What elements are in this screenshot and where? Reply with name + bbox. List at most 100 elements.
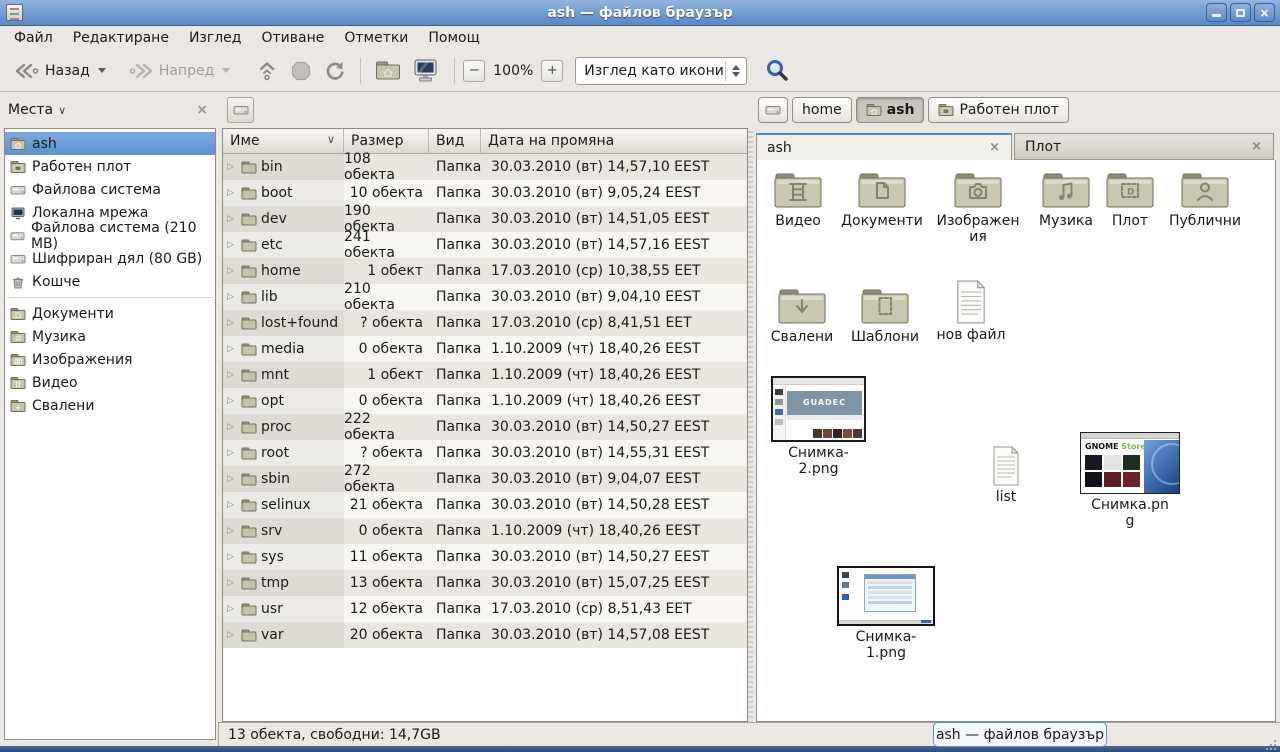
tab-close-icon[interactable]: ×	[986, 140, 1003, 155]
sidebar-item-desktop[interactable]: Работен плот	[5, 155, 215, 178]
menu-view[interactable]: Изглед	[179, 27, 252, 49]
table-row-srv[interactable]: ▷srv0 обектаПапка1.10.2009 (чт) 18,40,26…	[223, 518, 747, 544]
folder-item-desktop[interactable]: D Плот	[1093, 170, 1167, 229]
folder-item-templates[interactable]: Шаблони	[843, 286, 927, 345]
file-item-snimka[interactable]: GNOME Store Снимка.png	[1079, 432, 1181, 529]
back-button[interactable]: Назад	[8, 57, 112, 85]
resize-grip[interactable]	[1264, 740, 1276, 750]
folder-item-downloads[interactable]: Свалени	[761, 286, 843, 345]
file-item-new-file[interactable]: нов файл	[929, 280, 1013, 343]
tab-desktop[interactable]: Плот ×	[1014, 133, 1274, 160]
home-button[interactable]	[369, 56, 407, 85]
expander-icon[interactable]: ▷	[227, 214, 237, 224]
maximize-button[interactable]	[1230, 3, 1251, 22]
table-row-selinux[interactable]: ▷selinux21 обектаПапка30.03.2010 (вт) 14…	[223, 492, 747, 518]
minimize-button[interactable]	[1206, 3, 1227, 22]
column-header-type[interactable]: Вид	[429, 129, 481, 154]
table-row-boot[interactable]: ▷boot10 обектаПапка30.03.2010 (вт) 9,05,…	[223, 180, 747, 206]
expander-icon[interactable]: ▷	[227, 292, 237, 302]
reload-button[interactable]	[318, 56, 352, 86]
table-row-etc[interactable]: ▷etc241 обектаПапка30.03.2010 (вт) 14,57…	[223, 232, 747, 258]
table-row-usr[interactable]: ▷usr12 обектаПапка17.03.2010 (ср) 8,51,4…	[223, 596, 747, 622]
table-row-bin[interactable]: ▷bin108 обектаПапка30.03.2010 (вт) 14,57…	[223, 154, 747, 180]
table-row-var[interactable]: ▷var20 обектаПапка30.03.2010 (вт) 14,57,…	[223, 622, 747, 648]
menu-edit[interactable]: Редактиране	[63, 27, 179, 49]
combo-spinner-icon[interactable]	[726, 65, 746, 77]
expander-icon[interactable]: ▷	[227, 448, 237, 458]
expander-icon[interactable]: ▷	[227, 526, 237, 536]
table-row-mnt[interactable]: ▷mnt1 обектПапка1.10.2009 (чт) 18,40,26 …	[223, 362, 747, 388]
sidebar-item-trash[interactable]: Кошче	[5, 270, 215, 293]
expander-icon[interactable]: ▷	[227, 500, 237, 510]
expander-icon[interactable]: ▷	[227, 162, 237, 172]
column-header-date[interactable]: Дата на промяна	[481, 129, 747, 154]
expander-icon[interactable]: ▷	[227, 396, 237, 406]
expander-icon[interactable]: ▷	[227, 370, 237, 380]
sidebar-item-pictures[interactable]: Изображения	[5, 348, 215, 371]
table-row-sys[interactable]: ▷sys11 обектаПапка30.03.2010 (вт) 14,50,…	[223, 544, 747, 570]
tab-ash[interactable]: ash ×	[756, 133, 1012, 160]
expander-icon[interactable]: ▷	[227, 630, 237, 640]
view-mode-select[interactable]: Изглед като икони	[575, 57, 747, 85]
menu-go[interactable]: Отиване	[251, 27, 334, 49]
table-row-dev[interactable]: ▷dev190 обектаПапка30.03.2010 (вт) 14,51…	[223, 206, 747, 232]
path-root-button[interactable]	[758, 97, 788, 123]
sidebar-item-volume-210mb[interactable]: Файлова система (210 MB)	[5, 224, 215, 247]
table-row-lost-found[interactable]: ▷lost+found? обектаПапка17.03.2010 (ср) …	[223, 310, 747, 336]
expander-icon[interactable]: ▷	[227, 604, 237, 614]
expander-icon[interactable]: ▷	[227, 552, 237, 562]
file-item-snimka2[interactable]: GUADEC Снимка-2.png	[769, 376, 868, 477]
expander-icon[interactable]: ▷	[227, 318, 237, 328]
table-row-lib[interactable]: ▷lib210 обектаПапка30.03.2010 (вт) 9,04,…	[223, 284, 747, 310]
sidebar-item-ash[interactable]: ash	[5, 132, 215, 155]
folder-item-pictures[interactable]: Изображения	[933, 170, 1023, 245]
folder-item-documents[interactable]: Документи	[839, 170, 925, 229]
table-row-media[interactable]: ▷media0 обектаПапка1.10.2009 (чт) 18,40,…	[223, 336, 747, 362]
up-button[interactable]	[250, 56, 284, 86]
file-item-list[interactable]: list	[971, 446, 1041, 505]
computer-button[interactable]	[407, 55, 446, 86]
close-button[interactable]: ×	[1254, 3, 1275, 22]
sidebar-close-button[interactable]: ×	[192, 102, 212, 118]
path-button-desktop[interactable]: Работен плот	[928, 97, 1068, 123]
table-row-home[interactable]: ▷home1 обектПапка17.03.2010 (ср) 10,38,5…	[223, 258, 747, 284]
expander-icon[interactable]: ▷	[227, 422, 237, 432]
menu-file[interactable]: Файл	[4, 27, 63, 49]
file-item-snimka1[interactable]: Снимка-1.png	[835, 566, 937, 661]
zoom-out-button[interactable]: −	[463, 60, 485, 82]
tab-close-icon[interactable]: ×	[1248, 139, 1265, 154]
expander-icon[interactable]: ▷	[227, 266, 237, 276]
table-row-sbin[interactable]: ▷sbin272 обектаПапка30.03.2010 (вт) 9,04…	[223, 466, 747, 492]
menu-help[interactable]: Помощ	[418, 27, 489, 49]
forward-button[interactable]: Напред	[122, 57, 236, 85]
expander-icon[interactable]: ▷	[227, 344, 237, 354]
table-row-root[interactable]: ▷root? обектаПапка30.03.2010 (вт) 14,55,…	[223, 440, 747, 466]
chevron-down-icon[interactable]: ∨	[58, 104, 66, 117]
sidebar-item-music[interactable]: Музика	[5, 325, 215, 348]
filesystem-root-button[interactable]	[227, 97, 254, 123]
zoom-in-button[interactable]: +	[541, 60, 563, 82]
folder-item-public[interactable]: Публични	[1163, 170, 1247, 229]
column-header-name[interactable]: Име∨	[223, 129, 344, 154]
table-row-proc[interactable]: ▷proc222 обектаПапка30.03.2010 (вт) 14,5…	[223, 414, 747, 440]
table-row-opt[interactable]: ▷opt0 обектаПапка1.10.2009 (чт) 18,40,26…	[223, 388, 747, 414]
expander-icon[interactable]: ▷	[227, 188, 237, 198]
sidebar-item-filesystem[interactable]: Файлова система	[5, 178, 215, 201]
path-button-home[interactable]: home	[792, 97, 852, 123]
expander-icon[interactable]: ▷	[227, 240, 237, 250]
table-row-tmp[interactable]: ▷tmp13 обектаПапка30.03.2010 (вт) 15,07,…	[223, 570, 747, 596]
expander-icon[interactable]: ▷	[227, 578, 237, 588]
search-button[interactable]	[759, 54, 796, 87]
sidebar-item-downloads[interactable]: Свалени	[5, 394, 215, 417]
back-history-dropdown-icon[interactable]	[98, 68, 106, 73]
sidebar-item-encrypted-80gb[interactable]: Шифриран дял (80 GB)	[5, 247, 215, 270]
path-button-ash[interactable]: ash	[856, 97, 925, 123]
sidebar-item-videos[interactable]: Видео	[5, 371, 215, 394]
stop-button[interactable]	[284, 56, 318, 86]
sidebar-item-documents[interactable]: Документи	[5, 302, 215, 325]
expander-icon[interactable]: ▷	[227, 474, 237, 484]
places-title[interactable]: Места	[8, 102, 53, 118]
folder-item-video[interactable]: Видео	[757, 170, 839, 229]
menu-bookmarks[interactable]: Отметки	[334, 27, 418, 49]
pane-splitter[interactable]	[748, 128, 753, 722]
